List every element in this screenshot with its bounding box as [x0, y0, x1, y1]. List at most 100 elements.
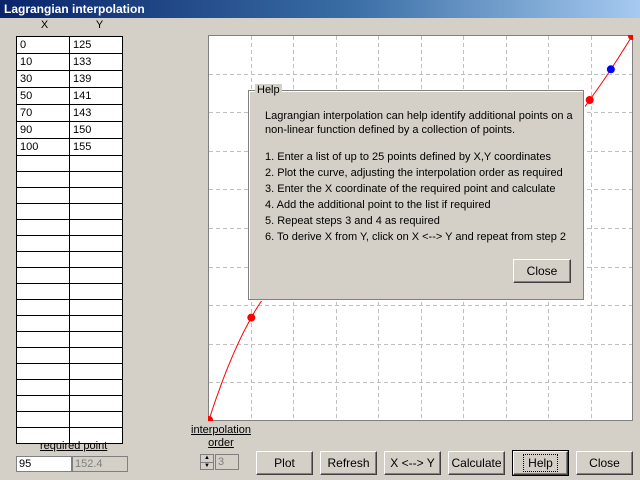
points-table: 0 125 10 133 30 139 50 141 70 143 90 150 100 155 [16, 36, 123, 444]
interpolation-order-label: interpolation order [191, 424, 251, 449]
help-step: 1. Enter a list of up to 25 points defin… [265, 151, 551, 163]
cell-y[interactable] [69, 395, 123, 412]
cell-y[interactable] [69, 283, 123, 300]
cell-x[interactable] [16, 331, 70, 348]
cell-x[interactable] [16, 363, 70, 380]
window-title: Lagrangian interpolation [4, 2, 145, 16]
cell-y[interactable] [69, 363, 123, 380]
cell-x[interactable] [16, 187, 70, 204]
help-intro-text: Lagrangian interpolation can help identi… [265, 110, 573, 136]
table-row: 50 141 [16, 87, 123, 105]
table-row: 30 139 [16, 70, 123, 88]
table-row [16, 379, 123, 396]
cell-y[interactable]: 150 [69, 121, 123, 139]
table-row [16, 315, 123, 332]
table-row [16, 347, 123, 364]
cell-y[interactable] [69, 219, 123, 236]
cell-y[interactable]: 143 [69, 104, 123, 122]
table-row: 100 155 [16, 138, 123, 156]
cell-y[interactable] [69, 187, 123, 204]
cell-y[interactable]: 139 [69, 70, 123, 88]
table-row: 10 133 [16, 53, 123, 71]
cell-y[interactable] [69, 411, 123, 428]
cell-y[interactable]: 141 [69, 87, 123, 105]
swap-xy-button[interactable]: X <--> Y [384, 451, 441, 475]
table-row [16, 395, 123, 412]
help-button[interactable]: Help [512, 450, 569, 476]
order-spinner[interactable]: ▲ ▼ [200, 454, 214, 470]
table-row: 70 143 [16, 104, 123, 122]
cell-x[interactable] [16, 267, 70, 284]
cell-x[interactable]: 90 [16, 121, 70, 139]
help-step: 4. Add the additional point to the list … [265, 199, 491, 211]
close-button[interactable]: Close [576, 451, 633, 475]
table-row: 90 150 [16, 121, 123, 139]
cell-x[interactable]: 50 [16, 87, 70, 105]
cell-y[interactable] [69, 171, 123, 188]
required-point-marker [606, 65, 615, 74]
cell-x[interactable] [16, 155, 70, 172]
spin-up-icon[interactable]: ▲ [201, 455, 213, 463]
help-step: 3. Enter the X coordinate of the require… [265, 183, 556, 195]
cell-x[interactable]: 0 [16, 36, 70, 54]
order-value[interactable]: 3 [215, 454, 239, 470]
table-row [16, 267, 123, 284]
cell-y[interactable] [69, 267, 123, 284]
required-x-input[interactable]: 95 [16, 456, 72, 472]
help-steps: 1. Enter a list of up to 25 points defin… [265, 149, 566, 245]
cell-y[interactable]: 125 [69, 36, 123, 54]
plot-button[interactable]: Plot [256, 451, 313, 475]
table-row [16, 187, 123, 204]
cell-y[interactable] [69, 299, 123, 316]
cell-y[interactable] [69, 315, 123, 332]
title-bar: Lagrangian interpolation [0, 0, 640, 18]
cell-x[interactable] [16, 235, 70, 252]
cell-x[interactable] [16, 347, 70, 364]
table-row [16, 251, 123, 268]
cell-x[interactable] [16, 251, 70, 268]
cell-y[interactable]: 155 [69, 138, 123, 156]
cell-x[interactable] [16, 219, 70, 236]
cell-y[interactable]: 133 [69, 53, 123, 71]
cell-x[interactable] [16, 315, 70, 332]
cell-x[interactable] [16, 411, 70, 428]
column-header-y: Y [95, 19, 104, 31]
cell-y[interactable] [69, 347, 123, 364]
cell-x[interactable]: 70 [16, 104, 70, 122]
cell-x[interactable] [16, 379, 70, 396]
help-step: 2. Plot the curve, adjusting the interpo… [265, 167, 563, 179]
cell-x[interactable]: 100 [16, 138, 70, 156]
table-row [16, 283, 123, 300]
table-row [16, 331, 123, 348]
cell-y[interactable] [69, 379, 123, 396]
calculate-button[interactable]: Calculate [448, 451, 505, 475]
cell-y[interactable] [69, 203, 123, 220]
table-row [16, 299, 123, 316]
help-step: 6. To derive X from Y, click on X <--> Y… [265, 231, 567, 243]
required-y-output: 152.4 [72, 456, 128, 472]
help-close-button[interactable]: Close [513, 259, 571, 283]
refresh-button[interactable]: Refresh [320, 451, 377, 475]
help-dialog-title: Help [255, 84, 282, 96]
cell-y[interactable] [69, 155, 123, 172]
cell-y[interactable] [69, 331, 123, 348]
cell-x[interactable] [16, 395, 70, 412]
data-point [585, 96, 594, 104]
cell-x[interactable] [16, 283, 70, 300]
cell-y[interactable] [69, 251, 123, 268]
spin-down-icon[interactable]: ▼ [201, 463, 213, 470]
column-header-x: X [40, 19, 49, 31]
help-step: 5. Repeat steps 3 and 4 as required [265, 215, 440, 227]
cell-y[interactable] [69, 235, 123, 252]
cell-x[interactable]: 30 [16, 70, 70, 88]
cell-x[interactable] [16, 171, 70, 188]
table-row [16, 203, 123, 220]
table-row [16, 235, 123, 252]
table-row [16, 411, 123, 428]
cell-x[interactable] [16, 203, 70, 220]
cell-x[interactable]: 10 [16, 53, 70, 71]
table-row [16, 219, 123, 236]
cell-x[interactable] [16, 299, 70, 316]
table-row [16, 155, 123, 172]
table-row [16, 363, 123, 380]
